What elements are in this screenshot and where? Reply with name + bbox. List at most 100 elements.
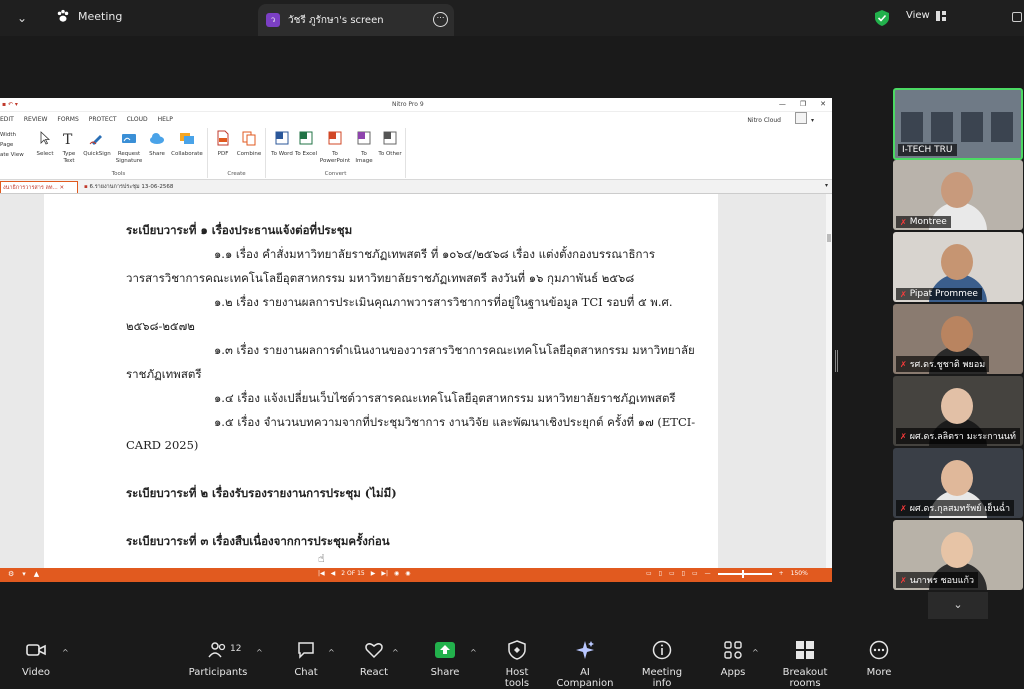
last-page-icon[interactable]: ▶| — [381, 570, 388, 577]
participant-tile[interactable]: ✗ Montree — [893, 160, 1023, 230]
request-signature-label: Request Signature — [115, 151, 143, 164]
document-viewport[interactable]: ระเบียบวาระที่ ๑ เรื่องประธานแจ้งต่อที่ป… — [0, 194, 832, 568]
document-page[interactable]: ระเบียบวาระที่ ๑ เรื่องประธานแจ้งต่อที่ป… — [44, 194, 718, 568]
meeting-info-button[interactable]: Meeting info — [632, 640, 692, 689]
to-word-button[interactable]: To Word — [270, 130, 294, 158]
fit-width-button[interactable]: Width — [0, 130, 24, 140]
menu-protect[interactable]: PROTECT — [89, 112, 127, 126]
menu-help[interactable]: HELP — [158, 112, 183, 126]
fit-icon[interactable]: ▭ — [692, 570, 698, 577]
single-page-icon[interactable]: ▭ — [646, 570, 652, 577]
participant-tile[interactable]: ✗ รศ.ดร.ชูชาติ พยอม — [893, 304, 1023, 374]
collaborate-button[interactable]: Collaborate — [170, 130, 204, 158]
page-indicator[interactable]: 2 OF 15 — [341, 570, 364, 577]
tools-group-label: Tools — [111, 171, 126, 177]
host-tools-button[interactable]: Host tools — [492, 640, 542, 689]
share-doc-label: Share — [149, 151, 165, 157]
participants-icon — [208, 642, 226, 658]
scroll-thumb[interactable] — [827, 234, 831, 242]
screen-share-tab[interactable]: ว วัชรี ภูรักษา's screen ⋯ — [258, 4, 454, 36]
restore-icon[interactable]: ❐ — [800, 100, 806, 108]
up-icon[interactable]: ▾ — [22, 570, 26, 578]
document-tab[interactable]: ▪ 6.รายงานการประชุม 13-06-2568 — [80, 181, 180, 193]
settings-icon[interactable]: ⚙ — [8, 570, 14, 578]
apps-options-caret-icon[interactable]: ^ — [752, 648, 759, 657]
to-other-label: To Other — [378, 151, 402, 157]
react-button[interactable]: React — [354, 640, 394, 678]
more-options-icon[interactable]: ⋯ — [433, 12, 448, 27]
user-avatar-icon — [794, 112, 807, 124]
menu-edit[interactable]: EDIT — [0, 112, 24, 126]
zoom-slider-knob[interactable] — [741, 569, 744, 578]
chat-button[interactable]: Chat — [286, 640, 326, 678]
to-excel-button[interactable]: To Excel — [294, 130, 318, 158]
collapse-chevron-icon[interactable]: ⌄ — [12, 8, 32, 28]
video-button[interactable]: Video — [16, 640, 56, 678]
fullscreen-icon[interactable] — [1012, 12, 1022, 22]
share-options-caret-icon[interactable]: ^ — [470, 648, 477, 657]
video-options-caret-icon[interactable]: ^ — [62, 648, 69, 657]
to-image-button[interactable]: To Image — [352, 130, 376, 165]
quick-access-icons[interactable]: ▪ ↶ ▾ — [2, 101, 18, 108]
participant-tile[interactable]: ✗ ผศ.ดร.กุลสมทรัพย์ เย็นฉ่ำ — [893, 448, 1023, 518]
tab-scroll-icon[interactable]: ▾ — [825, 182, 828, 189]
participants-options-caret-icon[interactable]: ^ — [256, 648, 263, 657]
participant-tile[interactable]: ✗ Pipat Prommee — [893, 232, 1023, 302]
close-icon[interactable]: ✕ — [820, 100, 826, 108]
quicksign-button[interactable]: QuickSign — [82, 130, 112, 158]
apps-button[interactable]: Apps — [716, 640, 750, 678]
view-button[interactable]: View — [906, 10, 946, 21]
more-button[interactable]: More — [862, 640, 896, 678]
facing-continuous-icon[interactable]: ▯ — [682, 570, 685, 577]
chat-options-caret-icon[interactable]: ^ — [328, 648, 335, 657]
vertical-scrollbar[interactable] — [826, 194, 832, 568]
minimize-icon[interactable]: — — [779, 100, 786, 108]
participant-name: Montree — [909, 217, 947, 227]
breakout-rooms-button[interactable]: Breakout rooms — [770, 640, 840, 689]
request-signature-button[interactable]: Request Signature — [114, 130, 144, 165]
share-screen-button[interactable]: Share — [425, 640, 465, 678]
expand-gallery-button[interactable]: ⌄ — [928, 592, 988, 619]
type-text-button[interactable]: T Type Text — [58, 130, 80, 165]
meeting-label: Meeting — [78, 9, 123, 23]
apps-label: Apps — [720, 667, 746, 678]
first-page-icon[interactable]: |◀ — [318, 570, 325, 577]
facing-icon[interactable]: ▭ — [669, 570, 675, 577]
menu-cloud[interactable]: CLOUD — [127, 112, 158, 126]
participants-label: Participants — [188, 667, 248, 678]
participant-tile[interactable]: ✗ นภาพร ชอบแก้ว — [893, 520, 1023, 590]
share-doc-button[interactable]: Share — [146, 130, 168, 158]
next-page-icon[interactable]: ▶ — [371, 570, 376, 577]
zoom-in-icon[interactable]: + — [779, 570, 784, 577]
menu-review[interactable]: REVIEW — [24, 112, 58, 126]
window-controls: — ❐ ✕ — [779, 100, 826, 108]
rotate-view-button[interactable]: ate View — [0, 150, 24, 160]
participant-tile[interactable]: I-TECH TRU — [893, 88, 1023, 160]
panel-resize-handle[interactable] — [835, 350, 838, 372]
muted-mic-icon: ✗ — [900, 431, 907, 441]
zoom-out-icon[interactable]: — — [705, 570, 711, 577]
participant-name-tag: ✗ Pipat Prommee — [896, 288, 982, 300]
ai-companion-button[interactable]: AI Companion — [552, 640, 618, 689]
menu-forms[interactable]: FORMS — [57, 112, 88, 126]
fit-page-button[interactable]: Page — [0, 140, 24, 150]
back-icon[interactable]: ◉ — [394, 570, 399, 577]
react-options-caret-icon[interactable]: ^ — [392, 648, 399, 657]
select-button[interactable]: Select — [34, 130, 56, 158]
to-powerpoint-button[interactable]: To PowerPoint — [318, 130, 352, 165]
nitro-menu-bar: EDIT REVIEW FORMS PROTECT CLOUD HELP Nit… — [0, 112, 832, 126]
create-pdf-button[interactable]: PDF — [212, 130, 234, 158]
participant-tile[interactable]: ✗ ผศ.ดร.ลลิตรา มะระกานนท์ — [893, 376, 1023, 446]
encryption-shield-icon[interactable] — [875, 10, 889, 26]
to-other-button[interactable]: To Other — [376, 130, 404, 158]
prev-page-icon[interactable]: ◀ — [331, 570, 336, 577]
forward-icon[interactable]: ◉ — [405, 570, 410, 577]
close-tab-icon[interactable]: ✕ — [60, 185, 65, 191]
nitro-cloud-account[interactable]: Nitro Cloud ▾ — [747, 112, 824, 124]
zoom-slider[interactable] — [717, 569, 772, 578]
document-tab-active[interactable]: งนาธิการวารสาร ลท... ✕ — [0, 181, 78, 193]
meeting-info-header[interactable]: Meeting — [56, 9, 122, 23]
continuous-icon[interactable]: ▯ — [659, 570, 662, 577]
warning-icon[interactable]: ▲ — [34, 570, 39, 578]
combine-button[interactable]: Combine — [236, 130, 262, 158]
